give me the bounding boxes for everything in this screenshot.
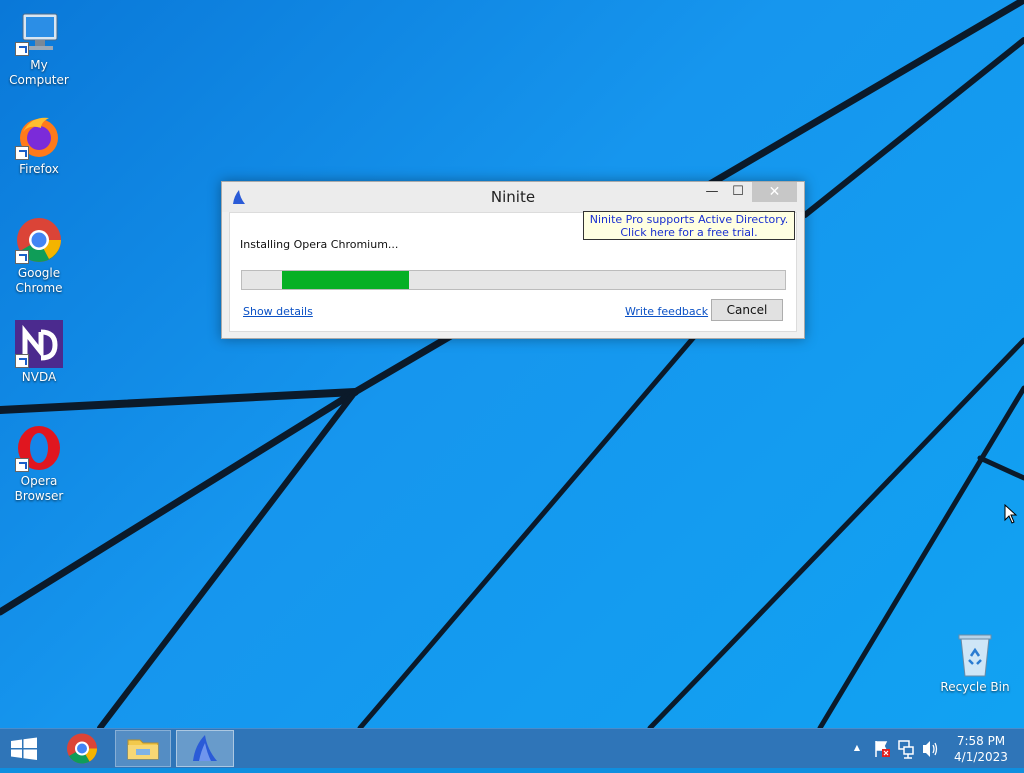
chrome-icon <box>67 733 97 764</box>
show-details-link[interactable]: Show details <box>243 305 313 318</box>
desktop-icon-label: Google Chrome <box>15 266 63 295</box>
taskbar-file-explorer[interactable] <box>115 730 171 767</box>
desktop-icon-recycle-bin[interactable]: Recycle Bin <box>936 630 1014 695</box>
opera-icon <box>15 424 63 472</box>
desktop-icon-label: My Computer <box>9 58 69 87</box>
minimize-button[interactable]: — <box>698 182 726 202</box>
recycle-bin-icon <box>951 630 999 678</box>
clock-date: 4/1/2023 <box>954 750 1008 764</box>
start-button[interactable] <box>0 730 48 767</box>
taskbar-chrome[interactable] <box>58 730 106 767</box>
ninite-pro-promo[interactable]: Ninite Pro supports Active Directory. Cl… <box>583 211 795 240</box>
desktop-icon-label: Recycle Bin <box>940 680 1010 694</box>
taskbar-clock[interactable]: 7:58 PM 4/1/2023 <box>948 733 1014 765</box>
shortcut-arrow-icon <box>15 354 29 368</box>
shortcut-arrow-icon <box>15 146 29 160</box>
shortcut-arrow-icon <box>15 458 29 472</box>
ninite-window: Ninite — ☐ ✕ Ninite Pro supports Active … <box>221 181 805 339</box>
file-explorer-icon <box>127 739 159 760</box>
cancel-button[interactable]: Cancel <box>711 299 783 321</box>
progress-bar <box>241 270 786 290</box>
ninite-icon <box>193 735 217 761</box>
shortcut-arrow-icon <box>15 42 29 56</box>
computer-icon <box>15 8 63 56</box>
shortcut-arrow-icon <box>15 250 29 264</box>
nvda-icon <box>15 320 63 368</box>
mouse-cursor-icon <box>1004 504 1018 524</box>
close-button[interactable]: ✕ <box>752 182 797 202</box>
taskbar-ninite[interactable] <box>176 730 234 767</box>
progress-fill <box>282 271 409 289</box>
desktop-icon-my-computer[interactable]: My Computer <box>0 8 78 88</box>
wallpaper <box>0 0 1024 728</box>
show-hidden-icons-button[interactable]: ▲ <box>850 729 864 769</box>
taskbar: ▲ 7:58 PM 4/1/2023 <box>0 728 1024 768</box>
write-feedback-link[interactable]: Write feedback <box>625 305 708 318</box>
promo-line-1: Ninite Pro supports Active Directory. <box>589 213 789 226</box>
title-bar[interactable]: Ninite — ☐ ✕ <box>222 182 804 212</box>
speaker-icon <box>923 741 938 757</box>
network-icon <box>898 740 914 759</box>
desktop: My Computer Firefox Google Chrome NVDA O… <box>0 0 1024 728</box>
desktop-icon-opera-browser[interactable]: Opera Browser <box>0 424 78 504</box>
promo-line-2: Click here for a free trial. <box>620 226 758 239</box>
flag-warning-icon <box>875 741 890 757</box>
windows-logo-icon <box>11 737 37 760</box>
desktop-icon-label: Firefox <box>19 162 59 176</box>
desktop-icon-nvda[interactable]: NVDA <box>0 320 78 385</box>
desktop-icon-label: Opera Browser <box>14 474 64 503</box>
clock-time: 7:58 PM <box>956 734 1006 748</box>
volume-tray[interactable] <box>920 729 940 769</box>
network-tray[interactable] <box>896 729 916 769</box>
chrome-icon <box>15 216 63 264</box>
install-status: Installing Opera Chromium... <box>240 238 399 251</box>
maximize-button[interactable]: ☐ <box>724 182 752 202</box>
window-content: Ninite Pro supports Active Directory. Cl… <box>229 211 797 332</box>
desktop-icon-label: NVDA <box>21 370 57 384</box>
desktop-icon-firefox[interactable]: Firefox <box>0 112 78 177</box>
desktop-icon-google-chrome[interactable]: Google Chrome <box>0 216 78 296</box>
action-center-tray[interactable] <box>872 729 892 769</box>
firefox-icon <box>15 112 63 160</box>
chevron-up-icon: ▲ <box>853 743 861 752</box>
